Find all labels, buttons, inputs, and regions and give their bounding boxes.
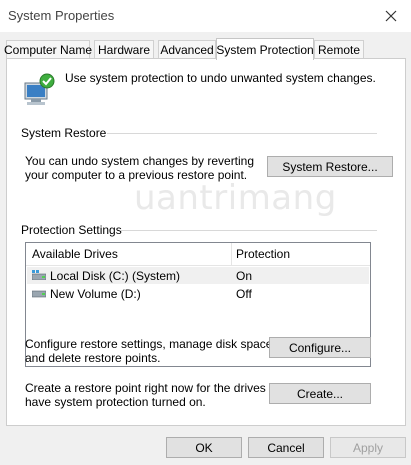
tab-remote[interactable]: Remote: [314, 40, 364, 58]
drive-name: Local Disk (C:) (System): [50, 269, 181, 283]
protection-settings-heading: Protection Settings: [21, 223, 122, 237]
column-available-drives[interactable]: Available Drives: [32, 247, 118, 261]
drives-list-header: Available Drives Protection: [26, 243, 370, 266]
close-icon: [385, 10, 397, 22]
tab-system-protection[interactable]: System Protection: [216, 38, 314, 60]
tab-advanced[interactable]: Advanced: [158, 40, 216, 58]
column-protection[interactable]: Protection: [236, 247, 290, 261]
configure-button[interactable]: Configure...: [269, 337, 371, 358]
apply-button[interactable]: Apply: [330, 437, 406, 458]
system-protection-panel: Use system protection to undo unwanted s…: [6, 58, 406, 426]
drive-row[interactable]: Local Disk (C:) (System) On: [27, 267, 369, 284]
drive-protection-status: On: [236, 269, 253, 283]
protection-settings-divider: [120, 230, 377, 231]
window-title: System Properties: [8, 8, 115, 23]
configure-description: Configure restore settings, manage disk …: [25, 337, 276, 365]
intro-text: Use system protection to undo unwanted s…: [65, 71, 376, 85]
column-separator[interactable]: [231, 243, 232, 265]
create-button[interactable]: Create...: [269, 383, 371, 404]
system-restore-divider: [107, 133, 377, 134]
ok-button[interactable]: OK: [166, 437, 242, 458]
system-drive-icon: [32, 270, 46, 280]
system-restore-button[interactable]: System Restore...: [267, 156, 393, 177]
drive-row[interactable]: New Volume (D:) Off: [27, 285, 369, 302]
title-bar[interactable]: System Properties: [0, 0, 411, 32]
close-button[interactable]: [371, 0, 411, 32]
drive-icon: [32, 290, 46, 298]
drive-protection-status: Off: [236, 287, 252, 301]
watermark: uantrimang: [134, 178, 337, 218]
create-description: Create a restore point right now for the…: [25, 381, 290, 409]
tab-computer-name[interactable]: Computer Name: [4, 40, 92, 58]
drive-name: New Volume (D:): [50, 287, 141, 301]
cancel-button[interactable]: Cancel: [248, 437, 324, 458]
system-properties-window: System Properties Computer Name Hardware…: [0, 0, 411, 465]
system-restore-heading: System Restore: [21, 126, 107, 140]
system-protection-icon: [24, 73, 55, 105]
tab-hardware[interactable]: Hardware: [94, 40, 154, 58]
